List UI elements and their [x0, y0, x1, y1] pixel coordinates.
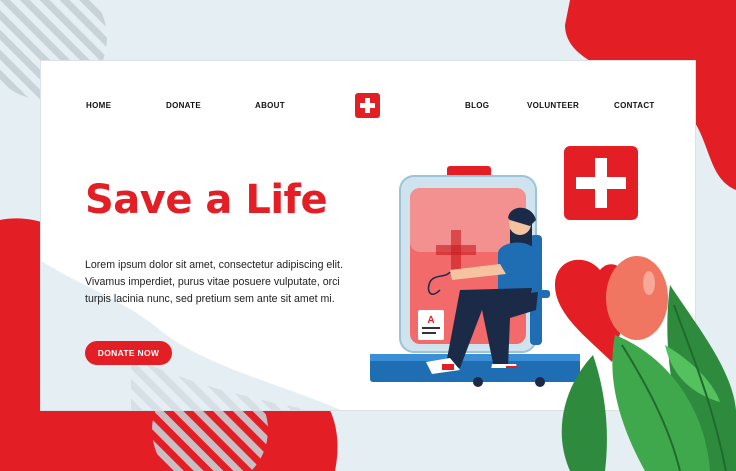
nav-donate[interactable]: DONATE: [166, 101, 201, 110]
nav-contact[interactable]: CONTACT: [614, 101, 655, 110]
nav-about[interactable]: ABOUT: [255, 101, 285, 110]
nav-volunteer[interactable]: VOLUNTEER: [527, 101, 579, 110]
blood-type-label: A: [427, 315, 434, 326]
balloon-icon: [606, 256, 668, 340]
hero-title: Save a Life: [85, 177, 328, 223]
hero-description: Lorem ipsum dolor sit amet, consectetur …: [85, 259, 343, 305]
donate-now-button[interactable]: DONATE NOW: [85, 341, 172, 365]
blood-donation-illustration: A: [370, 146, 736, 471]
nav-blog[interactable]: BLOG: [465, 101, 489, 110]
nav-home[interactable]: HOME: [86, 101, 111, 110]
medical-cross-icon[interactable]: [355, 93, 380, 118]
medical-cross-icon: [564, 146, 638, 220]
